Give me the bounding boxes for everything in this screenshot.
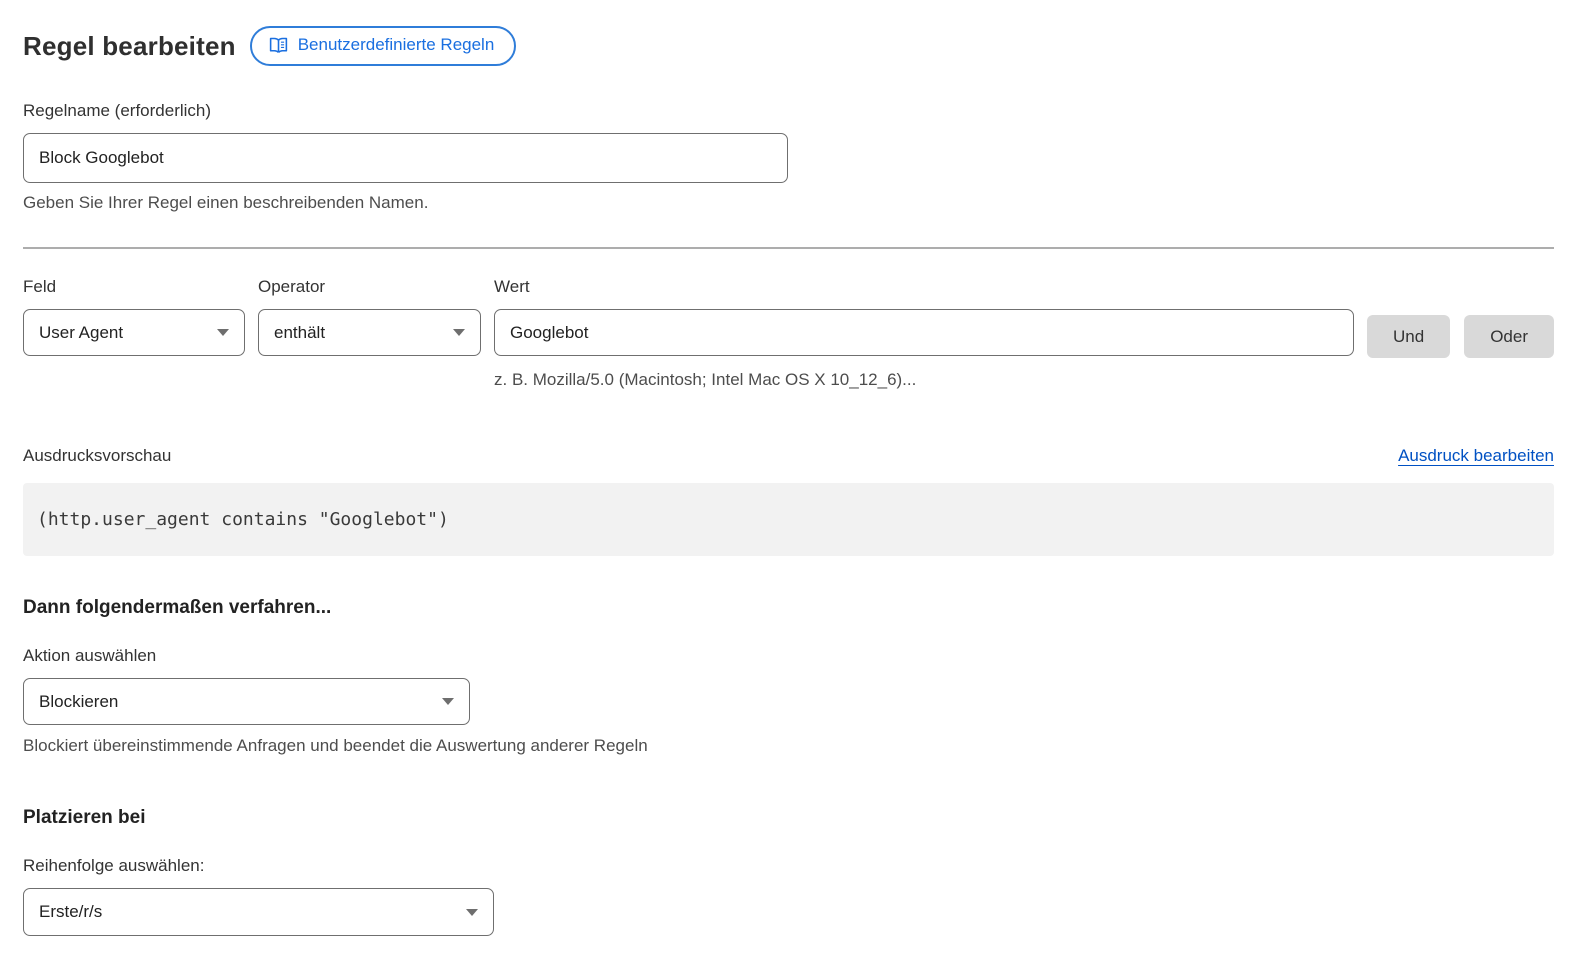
chevron-down-icon bbox=[442, 698, 454, 705]
value-helper: z. B. Mozilla/5.0 (Macintosh; Intel Mac … bbox=[494, 370, 1354, 390]
placement-select-label: Reihenfolge auswählen: bbox=[23, 856, 1554, 876]
page-header: Regel bearbeiten Benutzerdefinierte Rege… bbox=[23, 26, 1554, 66]
operator-label: Operator bbox=[258, 277, 481, 297]
logic-buttons: Und Oder bbox=[1367, 277, 1554, 358]
action-select[interactable]: Blockieren bbox=[23, 678, 470, 725]
field-column: Feld User Agent bbox=[23, 277, 245, 356]
chevron-down-icon bbox=[453, 329, 465, 336]
value-label: Wert bbox=[494, 277, 1354, 297]
custom-rules-docs-button[interactable]: Benutzerdefinierte Regeln bbox=[250, 26, 517, 66]
condition-row: Feld User Agent Operator enthält Wert z.… bbox=[23, 277, 1554, 390]
custom-rules-docs-label: Benutzerdefinierte Regeln bbox=[298, 35, 495, 55]
rule-name-input[interactable] bbox=[23, 133, 788, 183]
action-section: Dann folgendermaßen verfahren... Aktion … bbox=[23, 597, 1554, 756]
open-book-icon bbox=[268, 35, 289, 56]
rule-name-helper: Geben Sie Ihrer Regel einen beschreibend… bbox=[23, 193, 1554, 213]
value-input[interactable] bbox=[494, 309, 1354, 356]
action-helper: Blockiert übereinstimmende Anfragen und … bbox=[23, 736, 1554, 756]
operator-column: Operator enthält bbox=[258, 277, 481, 356]
and-button[interactable]: Und bbox=[1367, 315, 1450, 358]
edit-expression-link[interactable]: Ausdruck bearbeiten bbox=[1398, 446, 1554, 466]
or-button[interactable]: Oder bbox=[1464, 315, 1554, 358]
chevron-down-icon bbox=[217, 329, 229, 336]
edit-rule-page: Regel bearbeiten Benutzerdefinierte Rege… bbox=[0, 0, 1570, 966]
placement-section: Platzieren bei Reihenfolge auswählen: Er… bbox=[23, 807, 1554, 936]
value-column: Wert z. B. Mozilla/5.0 (Macintosh; Intel… bbox=[494, 277, 1354, 390]
placement-heading: Platzieren bei bbox=[23, 807, 1554, 829]
page-title: Regel bearbeiten bbox=[23, 31, 236, 62]
action-select-label: Aktion auswählen bbox=[23, 646, 1554, 666]
placement-order-select[interactable]: Erste/r/s bbox=[23, 888, 494, 936]
expression-header: Ausdrucksvorschau Ausdruck bearbeiten bbox=[23, 446, 1554, 466]
rule-name-label: Regelname (erforderlich) bbox=[23, 101, 1554, 121]
rule-name-group: Regelname (erforderlich) Geben Sie Ihrer… bbox=[23, 101, 1554, 213]
field-select[interactable]: User Agent bbox=[23, 309, 245, 356]
field-select-value: User Agent bbox=[39, 323, 123, 343]
chevron-down-icon bbox=[466, 909, 478, 916]
section-divider bbox=[23, 247, 1554, 249]
expression-code-block: (http.user_agent contains "Googlebot") bbox=[23, 483, 1554, 556]
expression-preview-label: Ausdrucksvorschau bbox=[23, 446, 171, 466]
field-label: Feld bbox=[23, 277, 245, 297]
placement-order-value: Erste/r/s bbox=[39, 902, 102, 922]
expression-section: Ausdrucksvorschau Ausdruck bearbeiten (h… bbox=[23, 446, 1554, 556]
operator-select[interactable]: enthält bbox=[258, 309, 481, 356]
action-select-value: Blockieren bbox=[39, 692, 118, 712]
action-heading: Dann folgendermaßen verfahren... bbox=[23, 597, 1554, 619]
operator-select-value: enthält bbox=[274, 323, 325, 343]
